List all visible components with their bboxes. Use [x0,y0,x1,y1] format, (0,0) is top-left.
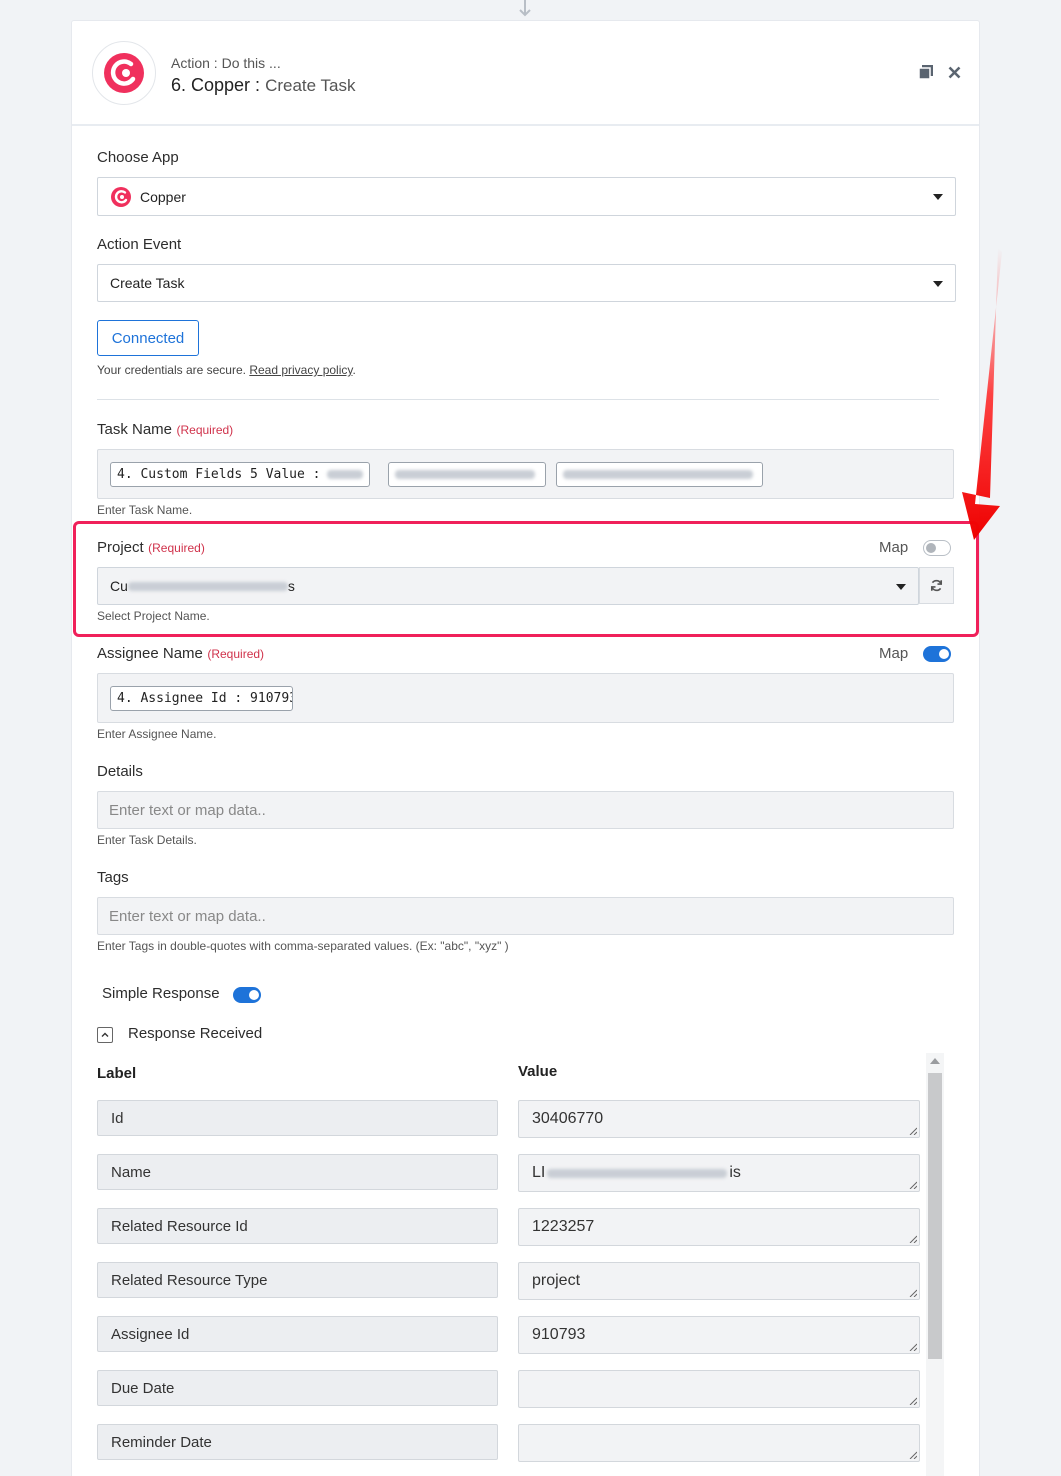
choose-app-label: Choose App [97,149,179,166]
task-name-hint: Enter Task Name. [97,503,193,517]
copper-logo-icon [92,41,156,105]
privacy-policy-link[interactable]: Read privacy policy [249,363,352,377]
chip-text: 4. Custom Fields 5 Value : [117,467,321,482]
value-text: is [729,1164,741,1181]
response-row-label: Related Resource Type [97,1262,498,1298]
task-name-chip-blurred[interactable] [388,462,546,487]
response-row-value[interactable] [518,1370,920,1408]
blurred-value [563,470,753,479]
blurred-value [326,470,363,479]
details-input[interactable]: Enter text or map data.. [97,791,954,829]
value-column-header: Value [518,1063,558,1080]
response-row-value[interactable]: project [518,1262,920,1300]
response-received-title: Response Received [128,1025,263,1042]
connected-button[interactable]: Connected [97,320,199,356]
section-divider [97,399,939,400]
secure-text: Your credentials are secure. [97,363,246,377]
header-actions [918,64,961,80]
response-row-label: Reminder Date [97,1424,498,1460]
simple-response-toggle[interactable] [233,987,261,1003]
label-column-header: Label [97,1065,137,1082]
response-row-label: Name [97,1154,498,1190]
step-header: Action : Do this ... 6. Copper : Create … [72,21,979,126]
privacy-period: . [352,363,356,377]
scroll-thumb[interactable] [928,1073,942,1359]
response-row-label: Id [97,1100,498,1136]
resize-handle-icon[interactable] [909,1127,917,1135]
copper-logo-icon [111,186,131,207]
required-badge: (Required) [176,423,234,437]
response-scrollbar[interactable] [926,1053,944,1476]
chevron-up-icon [101,1032,109,1037]
flow-connector-icon [519,0,531,17]
credentials-secure-text: Your credentials are secure. Read privac… [97,363,356,377]
response-row-value[interactable]: 910793 [518,1316,920,1354]
choose-app-value: Copper [140,188,186,205]
project-highlight-box [73,521,979,637]
value-text: 910793 [532,1326,586,1343]
value-text: 30406770 [532,1110,604,1127]
task-name-label-row: Task Name (Required) [97,421,233,439]
value-text: 1223257 [532,1218,595,1235]
task-name-chip-blurred[interactable] [556,462,763,487]
response-row-value[interactable]: 1223257 [518,1208,920,1246]
assignee-chip[interactable]: 4. Assignee Id : 910793 [110,686,293,711]
value-text: project [532,1272,581,1289]
choose-app-select[interactable]: Copper [97,177,956,216]
task-name-input[interactable]: 4. Custom Fields 5 Value : [97,449,954,499]
collapse-button[interactable] [97,1027,113,1043]
task-name-chip[interactable]: 4. Custom Fields 5 Value : [110,462,370,487]
assignee-label-row: Assignee Name (Required) [97,645,264,663]
assignee-input[interactable]: 4. Assignee Id : 910793 [97,673,954,723]
step-event-title: Create Task [265,76,356,95]
resize-handle-icon[interactable] [909,1181,917,1189]
response-row-value[interactable] [518,1424,920,1462]
action-event-select[interactable]: Create Task [97,264,956,302]
response-row-label: Due Date [97,1370,498,1406]
simple-response-label: Simple Response [102,985,220,1002]
copy-icon[interactable] [918,64,934,80]
response-row-value[interactable]: 30406770 [518,1100,920,1138]
response-row-label: Related Resource Id [97,1208,498,1244]
response-row-label: Assignee Id [97,1316,498,1352]
resize-handle-icon[interactable] [909,1397,917,1405]
action-step-card: Action : Do this ... 6. Copper : Create … [71,20,980,1476]
assignee-map-label: Map [879,645,909,662]
tags-hint: Enter Tags in double-quotes with comma-s… [97,939,509,953]
tags-label: Tags [97,869,129,886]
step-title: 6. Copper : Create Task [171,75,355,96]
assignee-hint: Enter Assignee Name. [97,727,217,741]
action-event-value: Create Task [110,275,185,291]
details-hint: Enter Task Details. [97,833,197,847]
close-icon[interactable] [948,66,961,79]
annotation-arrow-icon [962,248,1002,540]
assignee-map-toggle[interactable] [923,646,951,662]
resize-handle-icon[interactable] [909,1289,917,1297]
step-subtitle: Action : Do this ... [171,55,281,71]
resize-handle-icon[interactable] [909,1451,917,1459]
response-row-value[interactable]: LI is [518,1154,920,1192]
resize-handle-icon[interactable] [909,1343,917,1351]
tags-input[interactable]: Enter text or map data.. [97,897,954,935]
assignee-label: Assignee Name [97,645,203,662]
task-name-label: Task Name [97,421,173,438]
scroll-up-icon[interactable] [930,1058,940,1064]
resize-handle-icon[interactable] [909,1235,917,1243]
details-label: Details [97,763,143,780]
blurred-value [395,470,535,479]
action-event-label: Action Event [97,236,182,253]
required-badge: (Required) [207,647,265,661]
value-text: LI [532,1164,546,1181]
step-app-title: 6. Copper : [171,75,261,95]
blurred-value [547,1168,728,1178]
chevron-down-icon [933,194,943,200]
